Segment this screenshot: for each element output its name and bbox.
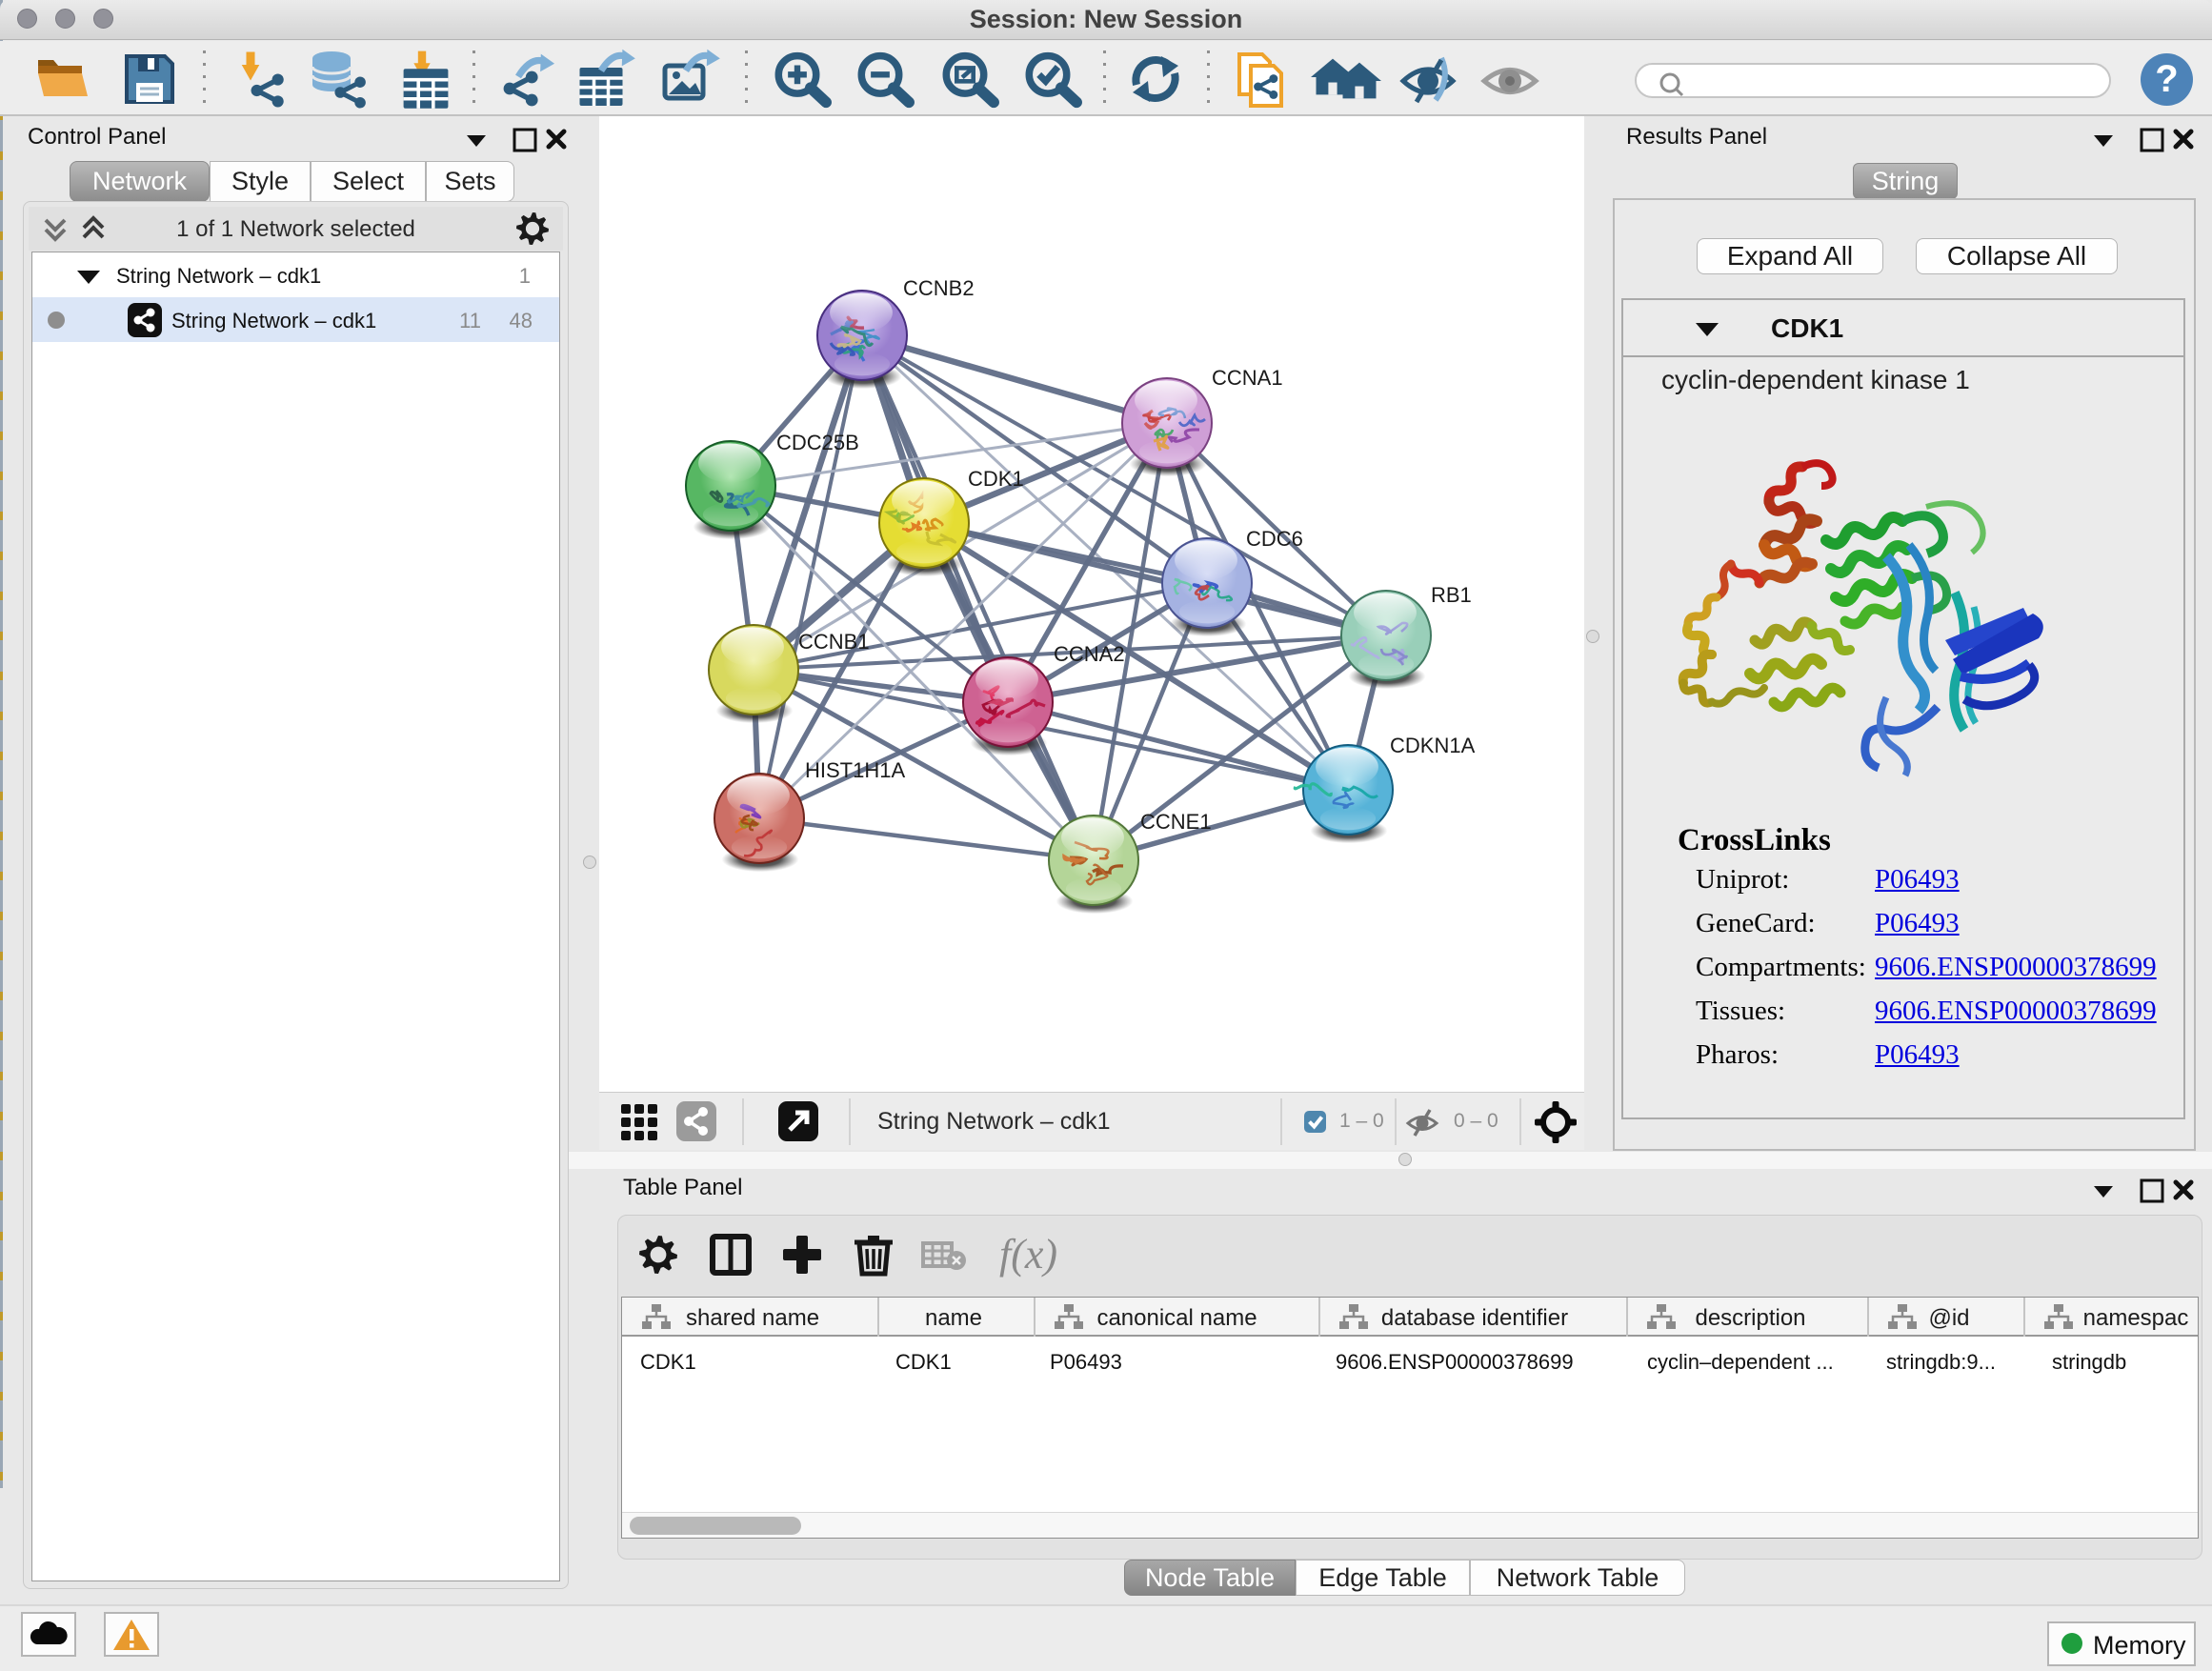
- svg-text:HIST1H1A: HIST1H1A: [805, 758, 905, 782]
- svg-text:CCNA2: CCNA2: [1054, 642, 1125, 666]
- svg-text:CCNB1: CCNB1: [798, 630, 870, 654]
- svg-text:RB1: RB1: [1431, 583, 1472, 607]
- svg-text:f(x): f(x): [999, 1231, 1057, 1278]
- svg-text:CDKN1A: CDKN1A: [1390, 734, 1476, 757]
- svg-text:CCNA1: CCNA1: [1212, 366, 1283, 390]
- svg-text:CDC25B: CDC25B: [776, 431, 859, 454]
- svg-text:CCNB2: CCNB2: [903, 276, 975, 300]
- svg-text:CCNE1: CCNE1: [1140, 810, 1212, 834]
- svg-text:CDC6: CDC6: [1246, 527, 1303, 551]
- svg-text:CDK1: CDK1: [968, 467, 1024, 491]
